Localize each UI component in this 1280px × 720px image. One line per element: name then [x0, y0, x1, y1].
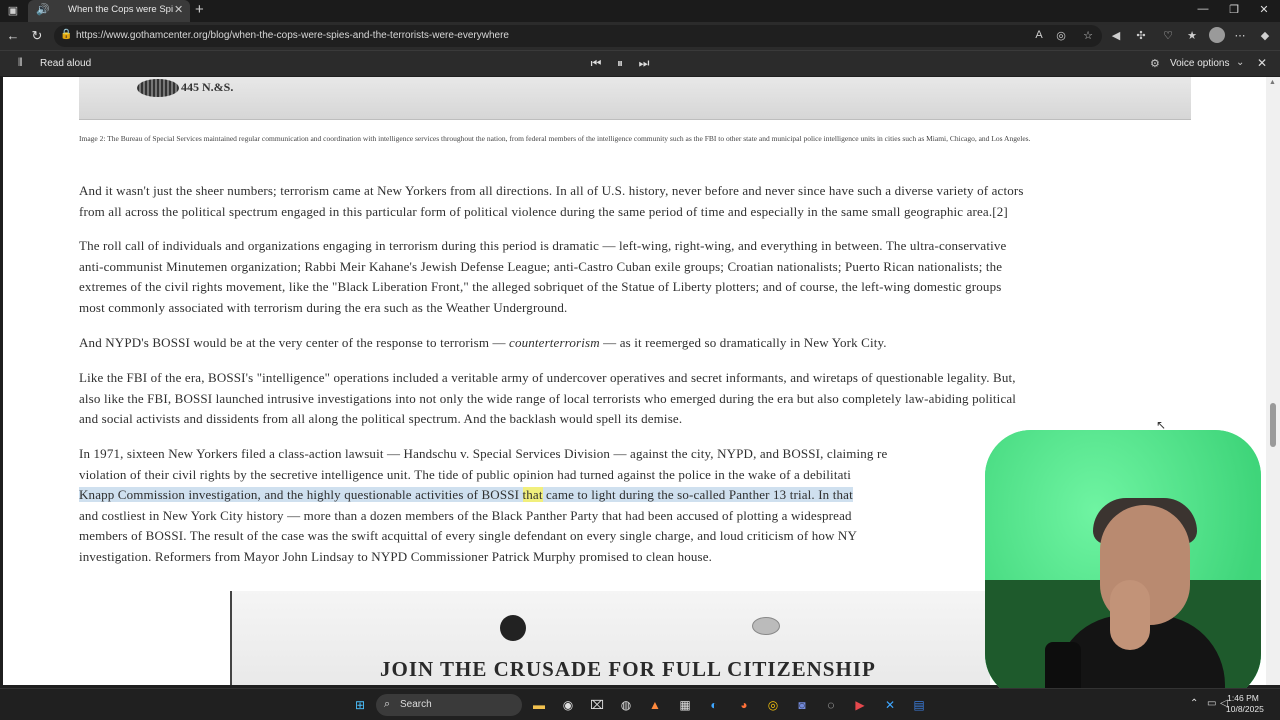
paragraph-line: anti-communist Minutemen organization; R… — [79, 258, 1003, 274]
paragraph-line: from all across the political spectrum e… — [79, 203, 1008, 219]
text-span: And NYPD's BOSSI would be at the very ce… — [79, 335, 510, 350]
restore-icon[interactable]: ❐ — [1224, 3, 1244, 16]
search-label: Search — [400, 699, 432, 710]
italic-term: counterterrorism — [509, 335, 600, 350]
app-icon[interactable]: ▦ — [676, 696, 694, 714]
tab-actions-icon[interactable]: ▣ — [4, 3, 22, 19]
paragraph-2: The roll call of individuals and organiz… — [79, 236, 1191, 318]
pause-icon[interactable]: ⏸ — [612, 56, 628, 71]
current-word-highlight: that — [522, 487, 543, 503]
presenter-hand — [1110, 580, 1150, 650]
read-aloud-icon: ⫴ — [18, 57, 23, 69]
close-window-icon[interactable]: ✕ — [1254, 3, 1274, 16]
address-bar[interactable]: 🔒 https://www.gothamcenter.org/blog/when… — [54, 25, 1102, 47]
read-aloud-label: Read aloud — [40, 58, 92, 69]
new-tab-button[interactable]: + — [195, 1, 204, 18]
scroll-thumb[interactable] — [1270, 403, 1276, 447]
paragraph-4: Like the FBI of the era, BOSSI's "intell… — [79, 368, 1191, 430]
network-icon[interactable]: ▭ — [1207, 698, 1216, 709]
stamp-mark — [137, 79, 179, 97]
paragraph-line: and social activists and dissidents from… — [79, 411, 683, 427]
voice-options-icon[interactable]: ⚙ — [1150, 57, 1160, 70]
extensions-icon[interactable]: ✣ — [1133, 29, 1149, 42]
app-icon[interactable]: ⌧ — [588, 696, 606, 714]
archival-document-image: 445 N.&S. — [79, 77, 1191, 120]
back-icon[interactable]: ← — [4, 28, 22, 43]
clock-date: 10/8/2025 — [1226, 704, 1264, 714]
minimize-icon[interactable]: — — [1193, 3, 1213, 15]
speaker-icon[interactable]: 🔊 — [36, 3, 50, 16]
poster-graphic — [500, 615, 526, 641]
tray-chevron-icon[interactable]: ⌃ — [1190, 698, 1198, 709]
paragraph-line: The roll call of individuals and organiz… — [79, 238, 1007, 253]
browser-essentials-icon[interactable]: ♡ — [1160, 29, 1176, 42]
voice-options-button[interactable]: Voice options — [1170, 58, 1230, 69]
active-tab[interactable]: 🔊 When the Cops were Spies... ✕ — [28, 0, 190, 22]
webcam-overlay — [985, 430, 1261, 700]
archival-poster-image: JOIN THE CRUSADE FOR FULL CITIZENSHIP — [230, 591, 990, 685]
document-number: 445 N.&S. — [181, 80, 234, 94]
close-tab-icon[interactable]: ✕ — [174, 3, 183, 16]
paragraph-line: And NYPD's BOSSI would be at the very ce… — [79, 333, 1191, 354]
paragraph-line: extremes of the civil rights movement, l… — [79, 279, 1002, 295]
more-options-icon[interactable]: ⋯ — [1232, 29, 1248, 42]
discord-icon[interactable]: ◙ — [793, 696, 811, 714]
lock-icon[interactable]: 🔒 — [60, 29, 72, 40]
obs-icon[interactable]: ◌ — [822, 696, 840, 714]
paragraph-1: And it wasn't just the sheer numbers; te… — [79, 181, 1191, 222]
url-text[interactable]: https://www.gothamcenter.org/blog/when-t… — [76, 30, 509, 41]
copilot-icon[interactable]: ◆ — [1257, 29, 1273, 42]
image-caption: Image 2: The Bureau of Special Services … — [79, 134, 1031, 143]
profile-avatar[interactable] — [1209, 27, 1225, 43]
favorites-icon[interactable]: ★ — [1184, 29, 1200, 42]
poster-graphic — [752, 617, 780, 635]
firefox-icon[interactable]: ◕ — [735, 696, 753, 714]
selection-highlight: came to light during the so-called Panth… — [542, 487, 853, 503]
page-scrollbar[interactable]: ▲ — [1266, 77, 1280, 685]
clock-time: 1:46 PM — [1227, 693, 1259, 703]
paragraph-3: And NYPD's BOSSI would be at the very ce… — [79, 333, 1191, 354]
selection-highlight: Knapp Commission investigation, and the … — [79, 487, 523, 503]
chevron-down-icon[interactable]: ⌄ — [1236, 57, 1244, 68]
address-toolbar: ← ↻ 🔒 https://www.gothamcenter.org/blog/… — [0, 22, 1280, 50]
search-icon: ⌕ — [384, 698, 391, 710]
read-aloud-bar: ⫴ Read aloud ⏮ ⏸ ⏭ ⚙ Voice options ⌄ ✕ — [0, 50, 1280, 76]
favorite-star-icon[interactable]: ☆ — [1080, 29, 1096, 42]
paragraph-line: And it wasn't just the sheer numbers; te… — [79, 183, 1024, 198]
system-clock[interactable]: 1:46 PM 10/8/2025 — [1226, 693, 1264, 715]
close-read-aloud-icon[interactable]: ✕ — [1257, 56, 1267, 70]
text-span: — as it reemerged so dramatically in New… — [599, 335, 887, 350]
start-menu-icon[interactable]: ⊞ — [351, 696, 369, 714]
refresh-icon[interactable]: ↻ — [28, 28, 46, 44]
file-explorer-icon[interactable]: ▬ — [530, 696, 548, 714]
paragraph-line: also like the FBI, BOSSI launched intrus… — [79, 390, 1017, 406]
paragraph-line: Like the FBI of the era, BOSSI's "intell… — [79, 370, 1016, 385]
poster-headline: JOIN THE CRUSADE FOR FULL CITIZENSHIP — [380, 657, 876, 681]
read-aloud-icon[interactable]: A — [1031, 29, 1047, 41]
word-icon[interactable]: ▤ — [910, 696, 928, 714]
app-icon[interactable]: ◍ — [617, 696, 635, 714]
chrome-icon[interactable]: ◎ — [764, 696, 782, 714]
next-paragraph-icon[interactable]: ⏭ — [636, 56, 652, 71]
edge-browser-icon[interactable]: ◐ — [705, 696, 723, 714]
tab-strip: ▣ 🔊 When the Cops were Spies... ✕ + — ❐ … — [0, 0, 1280, 22]
speaker-icon[interactable]: ◀ — [1108, 29, 1124, 42]
paragraph-line: most commonly associated with terrorism … — [79, 299, 568, 315]
app-icon[interactable]: ◉ — [559, 696, 577, 714]
vlc-icon[interactable]: ▲ — [646, 696, 664, 714]
media-player-icon[interactable]: ▶ — [851, 696, 869, 714]
taskbar-search[interactable]: ⌕ Search — [376, 694, 522, 716]
reader-icon[interactable]: ◎ — [1053, 29, 1069, 42]
windows-taskbar: ⊞ ⌕ Search ▬ ◉ ⌧ ◍ ▲ ▦ ◐ ◕ ◎ ◙ ◌ ▶ ✕ ▤ ⌃… — [0, 688, 1280, 720]
previous-paragraph-icon[interactable]: ⏮ — [588, 56, 604, 71]
vscode-icon[interactable]: ✕ — [881, 696, 899, 714]
tab-title: When the Cops were Spies... — [68, 4, 173, 15]
scroll-up-icon[interactable]: ▲ — [1269, 79, 1276, 86]
